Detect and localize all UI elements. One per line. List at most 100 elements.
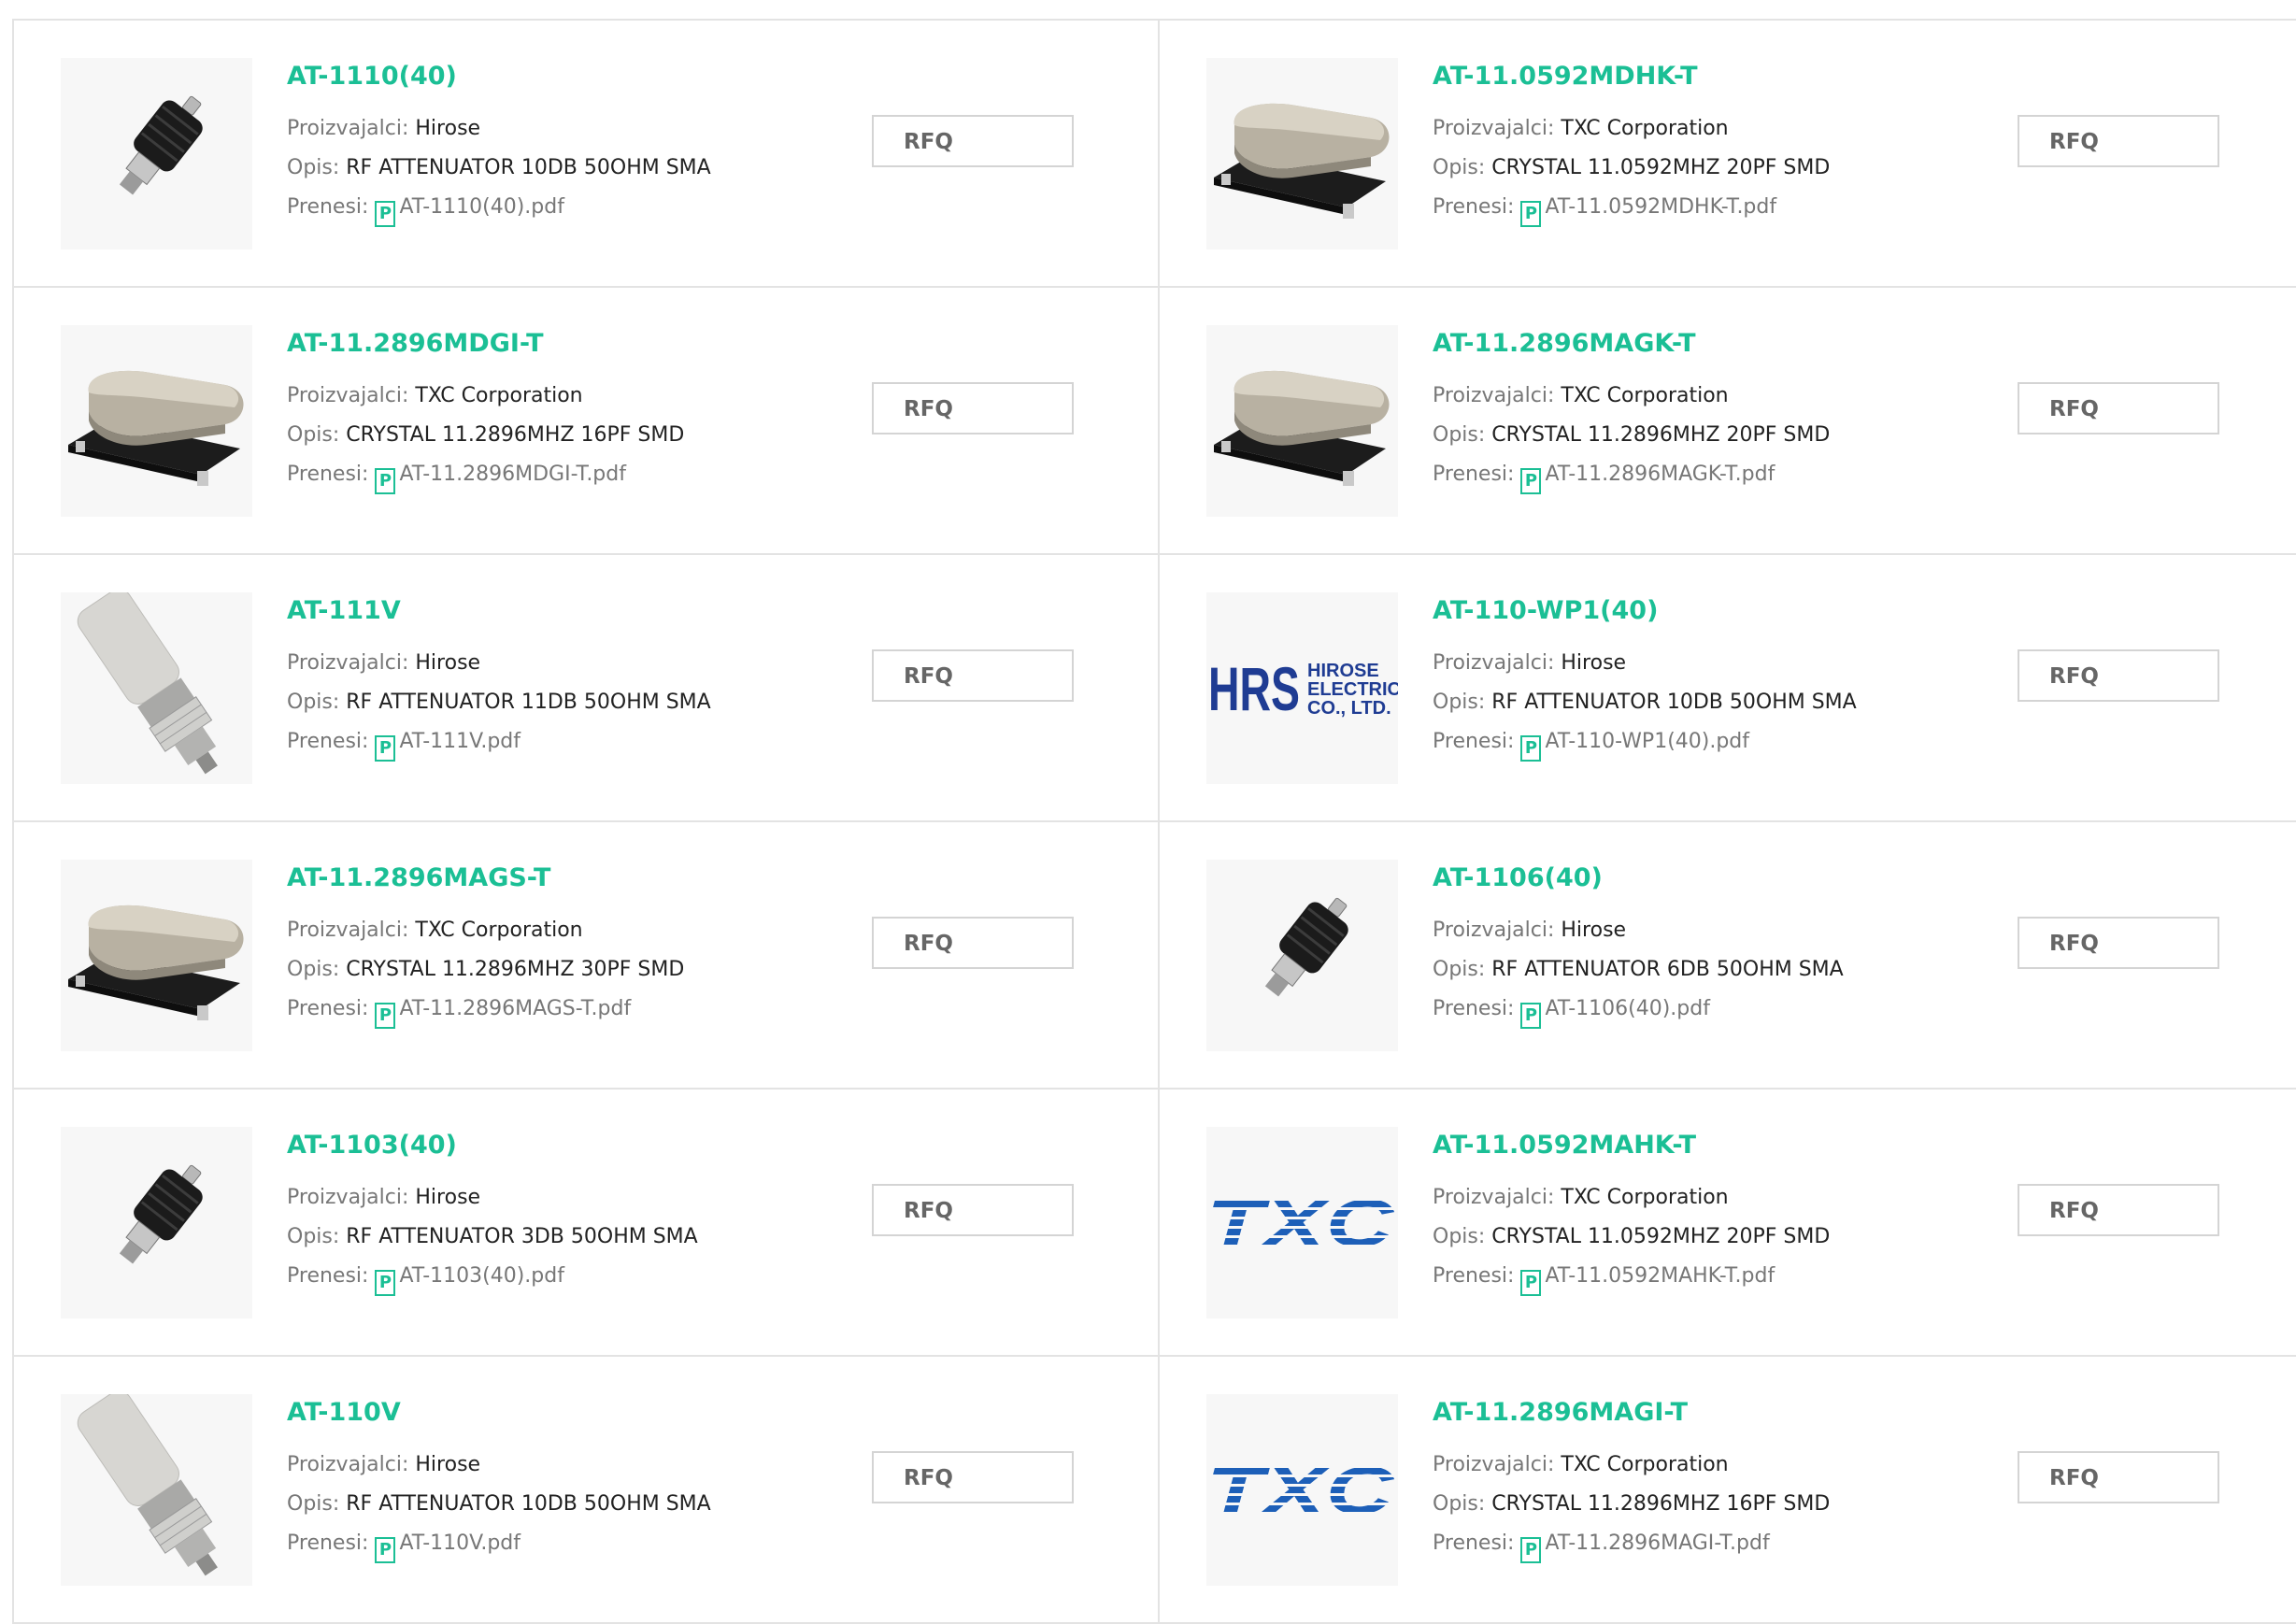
crystal-smd-image[interactable] (1206, 325, 1398, 517)
description-row: Opis: CRYSTAL 11.0592MHZ 20PF SMD (1433, 1218, 2012, 1257)
download-row: Prenesi: P AT-11.2896MAGS-T.pdf (287, 990, 866, 1029)
rfq-button[interactable]: RFQ (872, 917, 1074, 969)
manufacturer-value: TXC Corporation (1561, 117, 1729, 140)
part-number-link[interactable]: AT-110V (287, 1400, 866, 1425)
rfq-button[interactable]: RFQ (2018, 382, 2219, 434)
manufacturer-row: Proizvajalci: Hirose (287, 1446, 866, 1485)
description-label: Opis: (1433, 1225, 1492, 1248)
rfq-button[interactable]: RFQ (2018, 1184, 2219, 1236)
manufacturer-value: Hirose (1561, 919, 1627, 942)
rfq-button[interactable]: RFQ (872, 115, 1074, 167)
pdf-icon: P (375, 468, 396, 494)
datasheet-link[interactable]: P AT-11.2896MAGK-T.pdf (1520, 463, 1775, 494)
crystal-smd-image[interactable] (61, 325, 252, 517)
download-row: Prenesi: P AT-110-WP1(40).pdf (1433, 722, 2012, 762)
part-number-link[interactable]: AT-111V (287, 598, 866, 623)
datasheet-link[interactable]: P AT-1106(40).pdf (1520, 997, 1710, 1029)
part-number-link[interactable]: AT-11.2896MDGI-T (287, 331, 866, 356)
manufacturer-row: Proizvajalci: TXC Corporation (1433, 377, 2012, 416)
pdf-icon: P (1520, 201, 1542, 227)
download-label: Prenesi: (287, 195, 376, 219)
description-label: Opis: (287, 958, 347, 981)
hrs-logo-image[interactable]: HRS HIROSE ELECTRIC CO., LTD. (1206, 592, 1398, 784)
product-info: AT-1106(40) Proizvajalci: Hirose Opis: R… (1433, 865, 2012, 1029)
datasheet-filename: AT-110V.pdf (399, 1531, 521, 1555)
product-card: AT-1110(40) Proizvajalci: Hirose Opis: R… (14, 21, 1160, 288)
download-row: Prenesi: P AT-11.2896MDGI-T.pdf (287, 455, 866, 494)
part-number-link[interactable]: AT-11.2896MAGK-T (1433, 331, 2012, 356)
description-label: Opis: (287, 1225, 347, 1248)
crystal-smd-image[interactable] (61, 860, 252, 1051)
product-card: AT-11.2896MAGS-T Proizvajalci: TXC Corpo… (14, 822, 1160, 1090)
datasheet-link[interactable]: P AT-110-WP1(40).pdf (1520, 730, 1749, 762)
attenuator-small-image[interactable] (1206, 860, 1398, 1051)
rfq-button[interactable]: RFQ (2018, 115, 2219, 167)
rfq-button[interactable]: RFQ (2018, 917, 2219, 969)
pdf-icon: P (1520, 1537, 1542, 1563)
manufacturer-row: Proizvajalci: TXC Corporation (287, 911, 866, 950)
product-info: AT-11.0592MAHK-T Proizvajalci: TXC Corpo… (1433, 1133, 2012, 1296)
manufacturer-label: Proizvajalci: (287, 651, 416, 675)
manufacturer-label: Proizvajalci: (287, 919, 416, 942)
description-value: CRYSTAL 11.0592MHZ 20PF SMD (1491, 156, 1831, 179)
part-number-link[interactable]: AT-11.0592MAHK-T (1433, 1133, 2012, 1158)
rfq-button[interactable]: RFQ (872, 1451, 1074, 1503)
part-number-link[interactable]: AT-1110(40) (287, 64, 866, 89)
product-info: AT-1110(40) Proizvajalci: Hirose Opis: R… (287, 64, 866, 227)
rfq-button[interactable]: RFQ (2018, 1451, 2219, 1503)
datasheet-link[interactable]: P AT-1110(40).pdf (375, 195, 564, 227)
datasheet-link[interactable]: P AT-11.0592MAHK-T.pdf (1520, 1264, 1775, 1296)
product-info: AT-110V Proizvajalci: Hirose Opis: RF AT… (287, 1400, 866, 1563)
datasheet-link[interactable]: P AT-11.2896MDGI-T.pdf (375, 463, 626, 494)
part-number-link[interactable]: AT-11.0592MDHK-T (1433, 64, 2012, 89)
part-number-link[interactable]: AT-11.2896MAGS-T (287, 865, 866, 890)
product-info: AT-111V Proizvajalci: Hirose Opis: RF AT… (287, 598, 866, 762)
manufacturer-row: Proizvajalci: TXC Corporation (1433, 1446, 2012, 1485)
download-row: Prenesi: P AT-110V.pdf (287, 1524, 866, 1563)
datasheet-link[interactable]: P AT-11.0592MDHK-T.pdf (1520, 195, 1777, 227)
product-grid: AT-1110(40) Proizvajalci: Hirose Opis: R… (12, 19, 2296, 1624)
download-label: Prenesi: (287, 1264, 376, 1288)
product-info: AT-11.2896MAGS-T Proizvajalci: TXC Corpo… (287, 865, 866, 1029)
attenuator-large-image[interactable] (61, 1394, 252, 1586)
attenuator-small-image[interactable] (61, 58, 252, 249)
description-value: RF ATTENUATOR 10DB 50OHM SMA (1491, 691, 1857, 714)
product-info: AT-110-WP1(40) Proizvajalci: Hirose Opis… (1433, 598, 2012, 762)
attenuator-small-image[interactable] (61, 1127, 252, 1318)
datasheet-filename: AT-111V.pdf (399, 730, 521, 753)
description-row: Opis: CRYSTAL 11.2896MHZ 20PF SMD (1433, 416, 2012, 455)
rfq-button[interactable]: RFQ (872, 382, 1074, 434)
manufacturer-value: TXC Corporation (1561, 1186, 1729, 1209)
datasheet-filename: AT-11.2896MDGI-T.pdf (399, 463, 626, 486)
description-value: CRYSTAL 11.2896MHZ 16PF SMD (1491, 1492, 1831, 1516)
download-row: Prenesi: P AT-11.0592MDHK-T.pdf (1433, 188, 2012, 227)
datasheet-link[interactable]: P AT-11.2896MAGI-T.pdf (1520, 1531, 1770, 1563)
txc-logo-image[interactable]: TXC (1206, 1127, 1398, 1318)
pdf-icon: P (1520, 1003, 1542, 1029)
part-number-link[interactable]: AT-1106(40) (1433, 865, 2012, 890)
description-row: Opis: RF ATTENUATOR 11DB 50OHM SMA (287, 683, 866, 722)
datasheet-link[interactable]: P AT-1103(40).pdf (375, 1264, 564, 1296)
part-number-link[interactable]: AT-11.2896MAGI-T (1433, 1400, 2012, 1425)
manufacturer-row: Proizvajalci: TXC Corporation (1433, 1178, 2012, 1218)
crystal-smd-image[interactable] (1206, 58, 1398, 249)
description-label: Opis: (1433, 958, 1492, 981)
txc-logo-image[interactable]: TXC (1206, 1394, 1398, 1586)
part-number-link[interactable]: AT-1103(40) (287, 1133, 866, 1158)
manufacturer-label: Proizvajalci: (287, 117, 416, 140)
datasheet-filename: AT-11.0592MDHK-T.pdf (1545, 195, 1777, 219)
pdf-icon: P (1520, 1270, 1542, 1296)
attenuator-large-image[interactable] (61, 592, 252, 784)
datasheet-link[interactable]: P AT-11.2896MAGS-T.pdf (375, 997, 631, 1029)
part-number-link[interactable]: AT-110-WP1(40) (1433, 598, 2012, 623)
rfq-button[interactable]: RFQ (872, 1184, 1074, 1236)
datasheet-filename: AT-11.2896MAGK-T.pdf (1545, 463, 1775, 486)
rfq-button[interactable]: RFQ (2018, 649, 2219, 702)
product-card: AT-11.2896MDGI-T Proizvajalci: TXC Corpo… (14, 288, 1160, 555)
download-label: Prenesi: (287, 1531, 376, 1555)
datasheet-link[interactable]: P AT-110V.pdf (375, 1531, 521, 1563)
description-value: CRYSTAL 11.2896MHZ 30PF SMD (346, 958, 685, 981)
hrs-logo-line1: HIROSE (1307, 661, 1379, 681)
rfq-button[interactable]: RFQ (872, 649, 1074, 702)
datasheet-link[interactable]: P AT-111V.pdf (375, 730, 521, 762)
